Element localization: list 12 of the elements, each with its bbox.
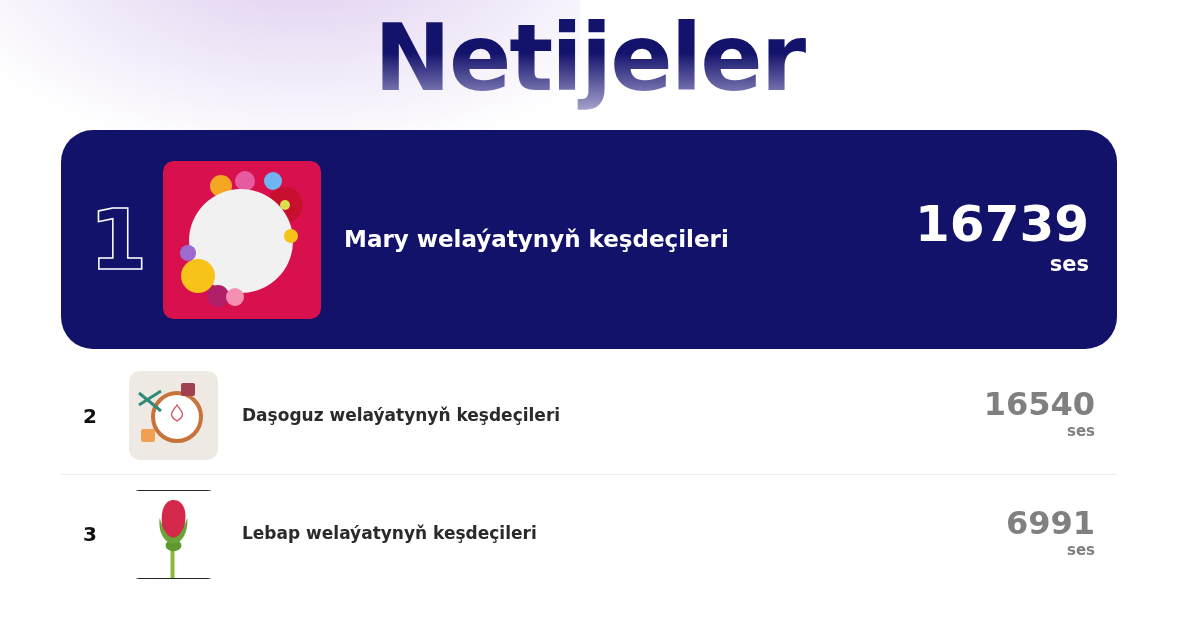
team-name: Mary welaýatynyň keşdeçileri [344,225,729,255]
team-name: Lebap welaýatynyň keşdeçileri [242,522,537,546]
team-name: Daşoguz welaýatynyň keşdeçileri [242,403,561,427]
rank-number: 3 [83,521,98,548]
vote-unit: ses [1049,250,1089,278]
vote-unit: ses [1066,421,1095,443]
vote-count: 6991 [1005,506,1095,539]
vote-count: 16739 [915,198,1089,249]
rank-number: 1 [89,197,149,282]
rank-number: 2 [83,402,98,430]
vote-count: 16540 [983,388,1095,421]
vote-unit: ses [1066,539,1095,561]
